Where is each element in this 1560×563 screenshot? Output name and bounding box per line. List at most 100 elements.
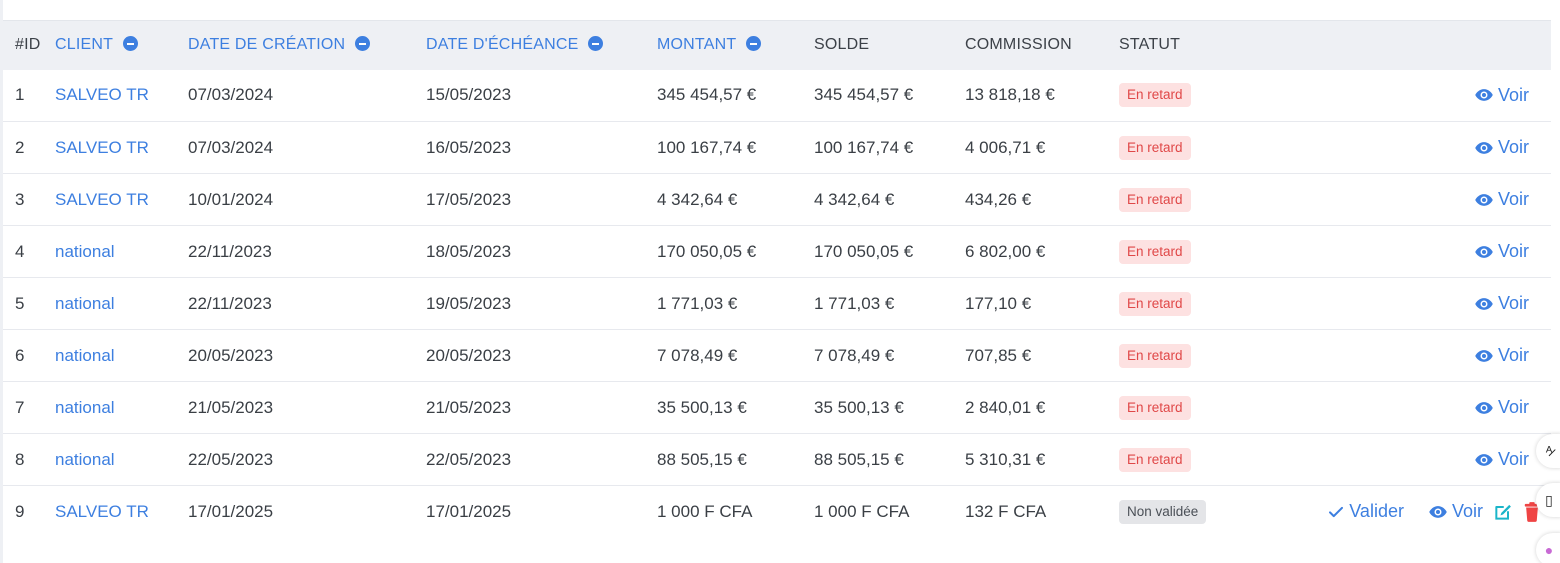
view-label: Voir — [1497, 345, 1529, 365]
view-button[interactable]: Voir — [1474, 293, 1529, 314]
creation-date-cell: 22/05/2023 — [188, 449, 274, 469]
balance-cell: 4 342,64 € — [814, 189, 895, 209]
column-header-label: DATE DE CRÉATION — [188, 36, 346, 54]
id-cell: 4 — [15, 241, 25, 261]
commission-cell: 5 310,31 € — [965, 449, 1046, 469]
creation-date-cell: 20/05/2023 — [188, 345, 274, 365]
id-cell: 5 — [15, 293, 25, 313]
id-cell: 9 — [15, 501, 25, 521]
creation-date-cell: 10/01/2024 — [188, 189, 274, 209]
status-cell: En retard — [1119, 330, 1269, 382]
column-header-label: COMMISSION — [965, 36, 1072, 54]
view-button[interactable]: Voir — [1474, 449, 1529, 470]
status-badge: En retard — [1119, 83, 1191, 108]
due-date-cell: 22/05/2023 — [426, 449, 512, 469]
view-button[interactable]: Voir — [1474, 137, 1529, 158]
view-label: Voir — [1451, 501, 1483, 522]
sort-toggle-icon[interactable] — [746, 36, 762, 52]
eye-icon — [1474, 450, 1498, 470]
amount-cell: 7 078,49 € — [657, 345, 738, 365]
commission-cell: 707,85 € — [965, 345, 1032, 365]
column-header-client[interactable]: CLIENT — [55, 21, 188, 70]
creation-date-cell: 22/11/2023 — [188, 241, 272, 261]
validate-label: Valider — [1349, 501, 1404, 522]
column-header-label: CLIENT — [55, 36, 114, 54]
eye-icon — [1474, 398, 1498, 418]
balance-cell: 345 454,57 € — [814, 85, 914, 105]
check-icon — [1327, 503, 1349, 521]
commission-cell: 132 F CFA — [965, 501, 1047, 521]
amount-cell: 1 000 F CFA — [657, 501, 753, 521]
status-cell: En retard — [1119, 226, 1269, 278]
id-cell: 6 — [15, 345, 25, 365]
column-header-label: STATUT — [1119, 36, 1181, 54]
actions-cell: Voir — [1269, 226, 1551, 278]
client-link[interactable]: national — [55, 434, 188, 486]
sort-toggle-icon[interactable] — [355, 36, 371, 52]
status-cell: En retard — [1119, 382, 1269, 434]
client-link[interactable]: national — [55, 278, 188, 330]
view-label: Voir — [1497, 449, 1529, 469]
view-button[interactable]: Voir — [1474, 397, 1529, 418]
view-button[interactable]: Voir — [1428, 501, 1483, 522]
column-header-creation-date[interactable]: DATE DE CRÉATION — [188, 21, 426, 70]
status-badge: En retard — [1119, 239, 1191, 264]
client-link[interactable]: national — [55, 226, 188, 278]
creation-date-cell: 21/05/2023 — [188, 397, 274, 417]
actions-cell: Voir — [1269, 122, 1551, 174]
id-cell: 7 — [15, 397, 25, 417]
sort-toggle-icon[interactable] — [123, 36, 139, 52]
commission-cell: 13 818,18 € — [965, 85, 1055, 105]
column-header-amount[interactable]: MONTANT — [657, 21, 814, 70]
status-cell: En retard — [1119, 70, 1269, 122]
assistant-icon[interactable]: ● — [1536, 533, 1560, 563]
amount-cell: 345 454,57 € — [657, 85, 757, 105]
table-row: 7 national 21/05/2023 21/05/2023 35 500,13 €… — [3, 382, 1551, 434]
amount-cell: 170 050,05 € — [657, 241, 757, 261]
table-row: 4 national 22/11/2023 18/05/2023 170 050,05 … — [3, 226, 1551, 278]
balance-cell: 1 000 F CFA — [814, 501, 910, 521]
creation-date-cell: 17/01/2025 — [188, 501, 274, 521]
eye-icon — [1474, 85, 1498, 105]
status-badge: En retard — [1119, 395, 1191, 420]
client-link[interactable]: SALVEO TR — [55, 174, 188, 226]
column-header-due-date[interactable]: DATE D'ÉCHÉANCE — [426, 21, 657, 70]
balance-cell: 170 050,05 € — [814, 241, 914, 261]
column-header-label: MONTANT — [657, 36, 737, 54]
client-link[interactable]: SALVEO TR — [55, 70, 188, 122]
client-link[interactable]: national — [55, 382, 188, 434]
client-link[interactable]: SALVEO TR — [55, 122, 188, 174]
table-row: 1 SALVEO TR 07/03/2024 15/05/2023 345 454,57… — [3, 70, 1551, 122]
view-button[interactable]: Voir — [1474, 241, 1529, 262]
view-button[interactable]: Voir — [1474, 345, 1529, 366]
view-label: Voir — [1497, 241, 1529, 261]
validate-button[interactable]: Valider — [1327, 501, 1404, 522]
due-date-cell: 18/05/2023 — [426, 241, 512, 261]
status-cell: En retard — [1119, 174, 1269, 226]
view-button[interactable]: Voir — [1474, 189, 1529, 210]
table-row: 3 SALVEO TR 10/01/2024 17/05/2023 4 342,64 €… — [3, 174, 1551, 226]
id-cell: 2 — [15, 137, 25, 157]
view-button[interactable]: Voir — [1474, 85, 1529, 106]
view-label: Voir — [1497, 293, 1529, 313]
status-badge: En retard — [1119, 187, 1191, 212]
sort-toggle-icon[interactable] — [588, 36, 604, 52]
eye-icon — [1474, 346, 1498, 366]
client-link[interactable]: SALVEO TR — [55, 486, 188, 538]
status-badge: En retard — [1119, 343, 1191, 368]
due-date-cell: 19/05/2023 — [426, 293, 512, 313]
actions-cell: Voir — [1269, 278, 1551, 330]
status-badge: Non validée — [1119, 499, 1207, 524]
view-label: Voir — [1497, 189, 1529, 209]
client-link[interactable]: national — [55, 330, 188, 382]
eye-icon — [1474, 138, 1498, 158]
id-cell: 1 — [15, 85, 25, 105]
status-badge: En retard — [1119, 135, 1191, 160]
commission-cell: 4 006,71 € — [965, 137, 1046, 157]
amount-cell: 1 771,03 € — [657, 293, 738, 313]
commission-cell: 434,26 € — [965, 189, 1032, 209]
status-cell: En retard — [1119, 122, 1269, 174]
due-date-cell: 17/05/2023 — [426, 189, 512, 209]
edit-icon[interactable] — [1493, 502, 1513, 522]
balance-cell: 88 505,15 € — [814, 449, 904, 469]
